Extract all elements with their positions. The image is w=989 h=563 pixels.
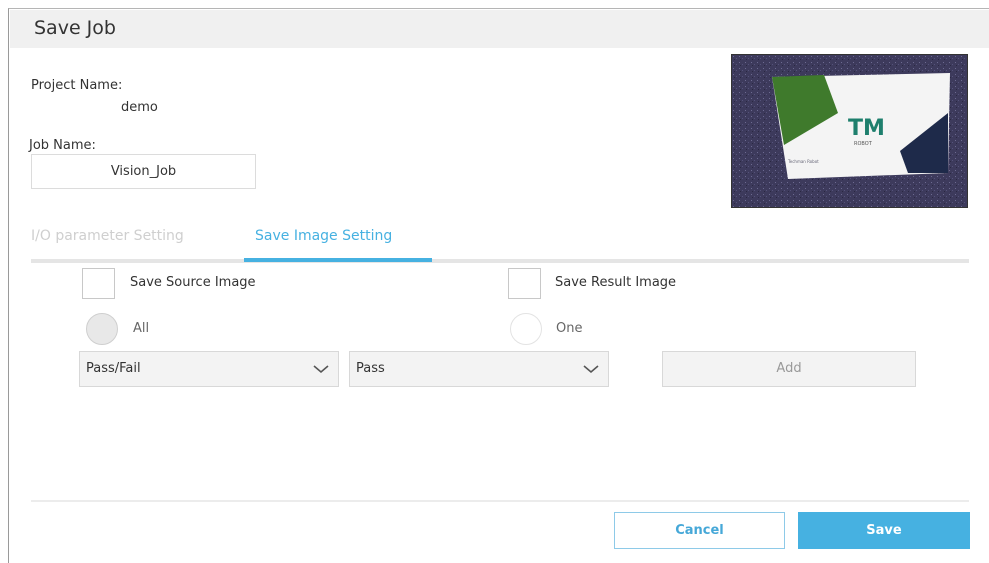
- add-button[interactable]: Add: [662, 351, 916, 387]
- tab-active-indicator: [244, 258, 432, 262]
- chevron-down-icon: [583, 365, 599, 374]
- tab-io-parameter-setting[interactable]: I/O parameter Setting: [31, 228, 184, 244]
- save-result-image-label: Save Result Image: [555, 275, 677, 290]
- save-source-image-checkbox[interactable]: [82, 268, 115, 299]
- cancel-button[interactable]: Cancel: [614, 512, 785, 549]
- chevron-down-icon: [313, 365, 329, 374]
- radio-all[interactable]: [86, 313, 118, 345]
- tab-save-image-setting[interactable]: Save Image Setting: [255, 228, 392, 244]
- tabs-divider: [31, 259, 969, 263]
- title-bar: Save Job: [10, 10, 989, 48]
- save-result-image-checkbox[interactable]: [508, 268, 541, 299]
- project-name-label: Project Name:: [31, 78, 123, 93]
- radio-one-label: One: [556, 321, 583, 336]
- radio-all-label: All: [133, 321, 150, 336]
- result-select-value: Pass: [356, 361, 385, 376]
- job-name-input[interactable]: [31, 154, 256, 189]
- job-name-label: Job Name:: [29, 138, 96, 153]
- condition-select-value: Pass/Fail: [86, 361, 141, 376]
- condition-select[interactable]: Pass/Fail: [79, 351, 339, 387]
- preview-logo-subtext: ROBOT: [854, 141, 873, 147]
- result-select[interactable]: Pass: [349, 351, 609, 387]
- save-source-image-label: Save Source Image: [130, 275, 256, 290]
- save-button[interactable]: Save: [798, 512, 970, 549]
- radio-one[interactable]: [510, 313, 542, 345]
- footer-divider: [31, 500, 969, 502]
- dialog-title: Save Job: [34, 17, 116, 39]
- preview-logo-text: TM: [848, 116, 885, 141]
- preview-photo: TM ROBOT Techman Robot: [732, 55, 967, 207]
- preview-card-footer-text: Techman Robot: [787, 159, 819, 164]
- camera-preview-image: TM ROBOT Techman Robot: [731, 54, 968, 208]
- project-name-value: demo: [121, 100, 158, 115]
- save-job-dialog: Save Job Project Name: demo Job Name: TM…: [8, 8, 989, 563]
